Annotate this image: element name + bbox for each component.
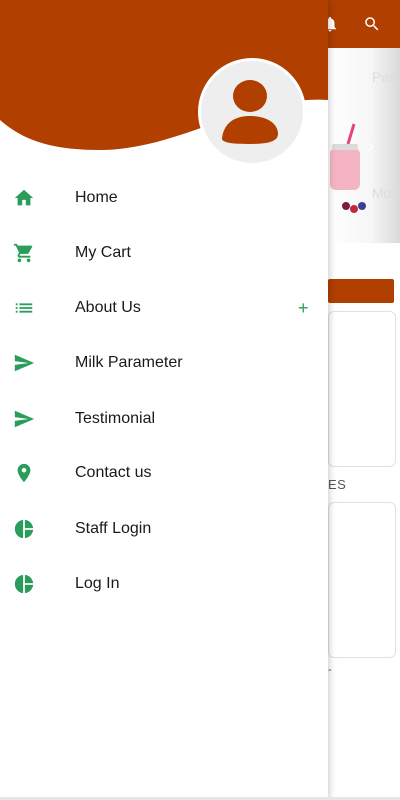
list-icon (12, 296, 36, 320)
background-card[interactable] (328, 502, 396, 658)
expand-plus-icon[interactable]: + (298, 299, 309, 317)
send-icon (12, 407, 36, 431)
menu-item-home[interactable]: Home (0, 176, 328, 220)
menu-item-label: Testimonial (75, 410, 156, 427)
navigation-drawer: Home My Cart About Us + Milk Parameter T… (0, 0, 328, 800)
menu-item-testimonial[interactable]: Testimonial (0, 397, 328, 441)
menu-item-milk-parameter[interactable]: Milk Parameter (0, 341, 328, 385)
menu-item-label: Milk Parameter (75, 354, 183, 371)
background-section-label: ES (328, 477, 347, 492)
menu-item-staff-login[interactable]: Staff Login (0, 507, 328, 551)
menu-item-label: Log In (75, 575, 120, 592)
avatar[interactable] (198, 58, 306, 166)
menu-item-my-cart[interactable]: My Cart (0, 231, 328, 275)
menu-item-label: My Cart (75, 244, 131, 261)
carousel-next-icon[interactable] (358, 134, 384, 160)
menu-item-contact-us[interactable]: Contact us (0, 451, 328, 495)
cart-icon (12, 241, 36, 265)
menu-item-about-us[interactable]: About Us + (0, 286, 328, 330)
pie-chart-icon (12, 517, 36, 541)
home-icon (12, 186, 36, 210)
send-icon (12, 351, 36, 375)
menu-item-label: Staff Login (75, 520, 152, 537)
background-card[interactable] (328, 311, 396, 467)
drawer-header (0, 0, 328, 180)
menu-item-log-in[interactable]: Log In (0, 562, 328, 606)
menu-item-label: Contact us (75, 464, 152, 481)
person-icon (221, 80, 278, 144)
background-action-button[interactable] (328, 279, 394, 303)
background-mark: - (328, 664, 332, 676)
svg-text:Pati: Pati (372, 69, 396, 85)
location-pin-icon (12, 461, 36, 485)
menu-item-label: Home (75, 189, 118, 206)
svg-text:Mon: Mon (372, 185, 399, 201)
search-icon[interactable] (360, 12, 384, 36)
menu-item-label: About Us (75, 299, 141, 316)
pie-chart-icon (12, 572, 36, 596)
